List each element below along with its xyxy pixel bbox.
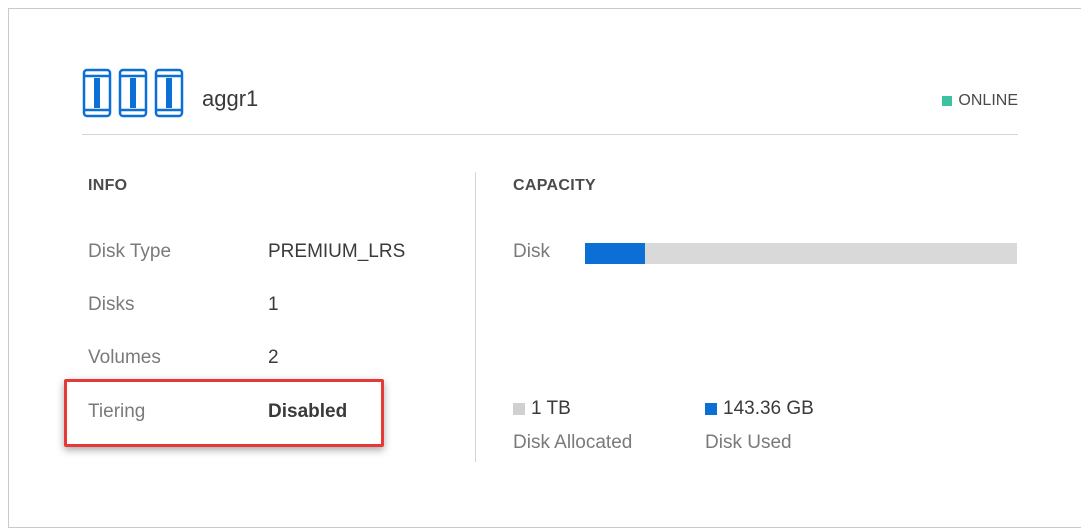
status-label: ONLINE bbox=[958, 92, 1018, 109]
info-section-title: INFO bbox=[88, 177, 128, 194]
disk-used-label: Disk Used bbox=[705, 432, 792, 453]
used-swatch-icon bbox=[705, 403, 717, 415]
disk-used-value: 143.36 GB bbox=[723, 398, 814, 419]
capacity-section-title: CAPACITY bbox=[513, 177, 596, 194]
aggregate-name: aggr1 bbox=[202, 86, 259, 111]
disk-capacity-label: Disk bbox=[513, 241, 550, 262]
allocated-swatch-icon bbox=[513, 403, 525, 415]
disk-allocated-label: Disk Allocated bbox=[513, 432, 633, 453]
disk-type-value: PREMIUM_LRS bbox=[268, 241, 406, 262]
volumes-label: Volumes bbox=[88, 347, 161, 368]
aggregate-disks-icon bbox=[82, 66, 186, 125]
disk-used-legend: 143.36 GB Disk Used bbox=[705, 398, 814, 454]
disk-type-label: Disk Type bbox=[88, 241, 172, 262]
status-indicator-icon bbox=[942, 96, 953, 106]
disks-label: Disks bbox=[88, 294, 135, 315]
tiering-highlight-box bbox=[64, 379, 384, 447]
disk-allocated-value: 1 TB bbox=[531, 398, 571, 419]
status-badge: ONLINE bbox=[942, 92, 1018, 110]
disks-value: 1 bbox=[268, 294, 279, 315]
aggregate-header: aggr1 ONLINE bbox=[82, 66, 1018, 135]
disk-allocated-legend: 1 TB Disk Allocated bbox=[513, 398, 632, 454]
section-divider bbox=[475, 172, 476, 462]
volumes-value: 2 bbox=[268, 347, 279, 368]
disk-used-fill bbox=[585, 243, 646, 264]
disk-capacity-bar bbox=[585, 243, 1017, 264]
